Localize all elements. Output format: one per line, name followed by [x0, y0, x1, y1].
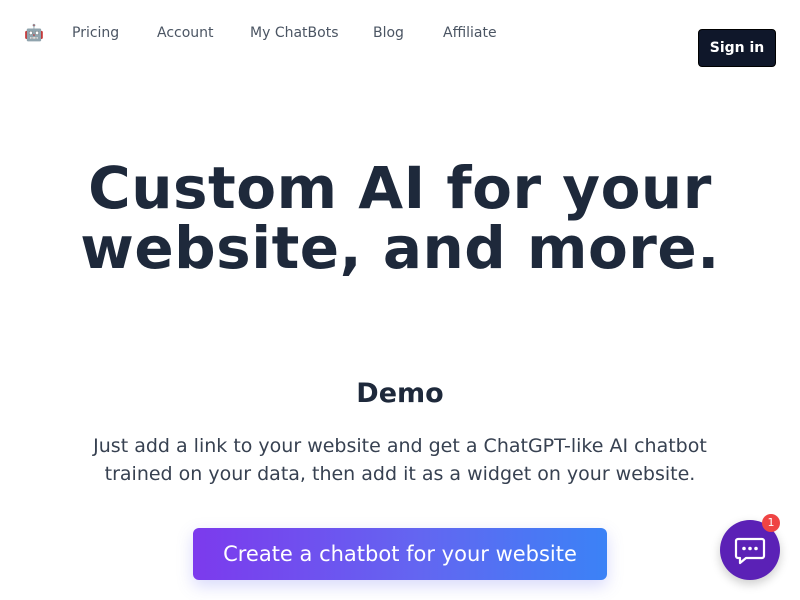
nav-link-pricing[interactable]: Pricing: [72, 24, 119, 42]
hero-title-line-1: Custom AI for your: [88, 154, 712, 222]
nav-link-my-chatbots[interactable]: My ChatBots: [250, 24, 338, 42]
create-chatbot-button[interactable]: Create a chatbot for your website: [193, 528, 607, 580]
sign-in-button[interactable]: Sign in: [698, 29, 776, 67]
nav-link-account[interactable]: Account: [157, 24, 214, 42]
nav-link-affiliate[interactable]: Affiliate: [443, 24, 497, 42]
notification-badge: 1: [762, 514, 780, 532]
demo-heading: Demo: [356, 378, 444, 409]
hero-title-line-2: website, and more.: [80, 214, 720, 282]
hero-title: Custom AI for your website, and more.: [0, 158, 800, 278]
chat-bubble-icon: [734, 537, 766, 565]
page: 🤖 Pricing Account My ChatBots Blog Affil…: [0, 0, 800, 600]
nav-link-blog[interactable]: Blog: [373, 24, 404, 42]
robot-icon[interactable]: 🤖: [24, 23, 44, 43]
demo-description: Just add a link to your website and get …: [93, 435, 707, 485]
